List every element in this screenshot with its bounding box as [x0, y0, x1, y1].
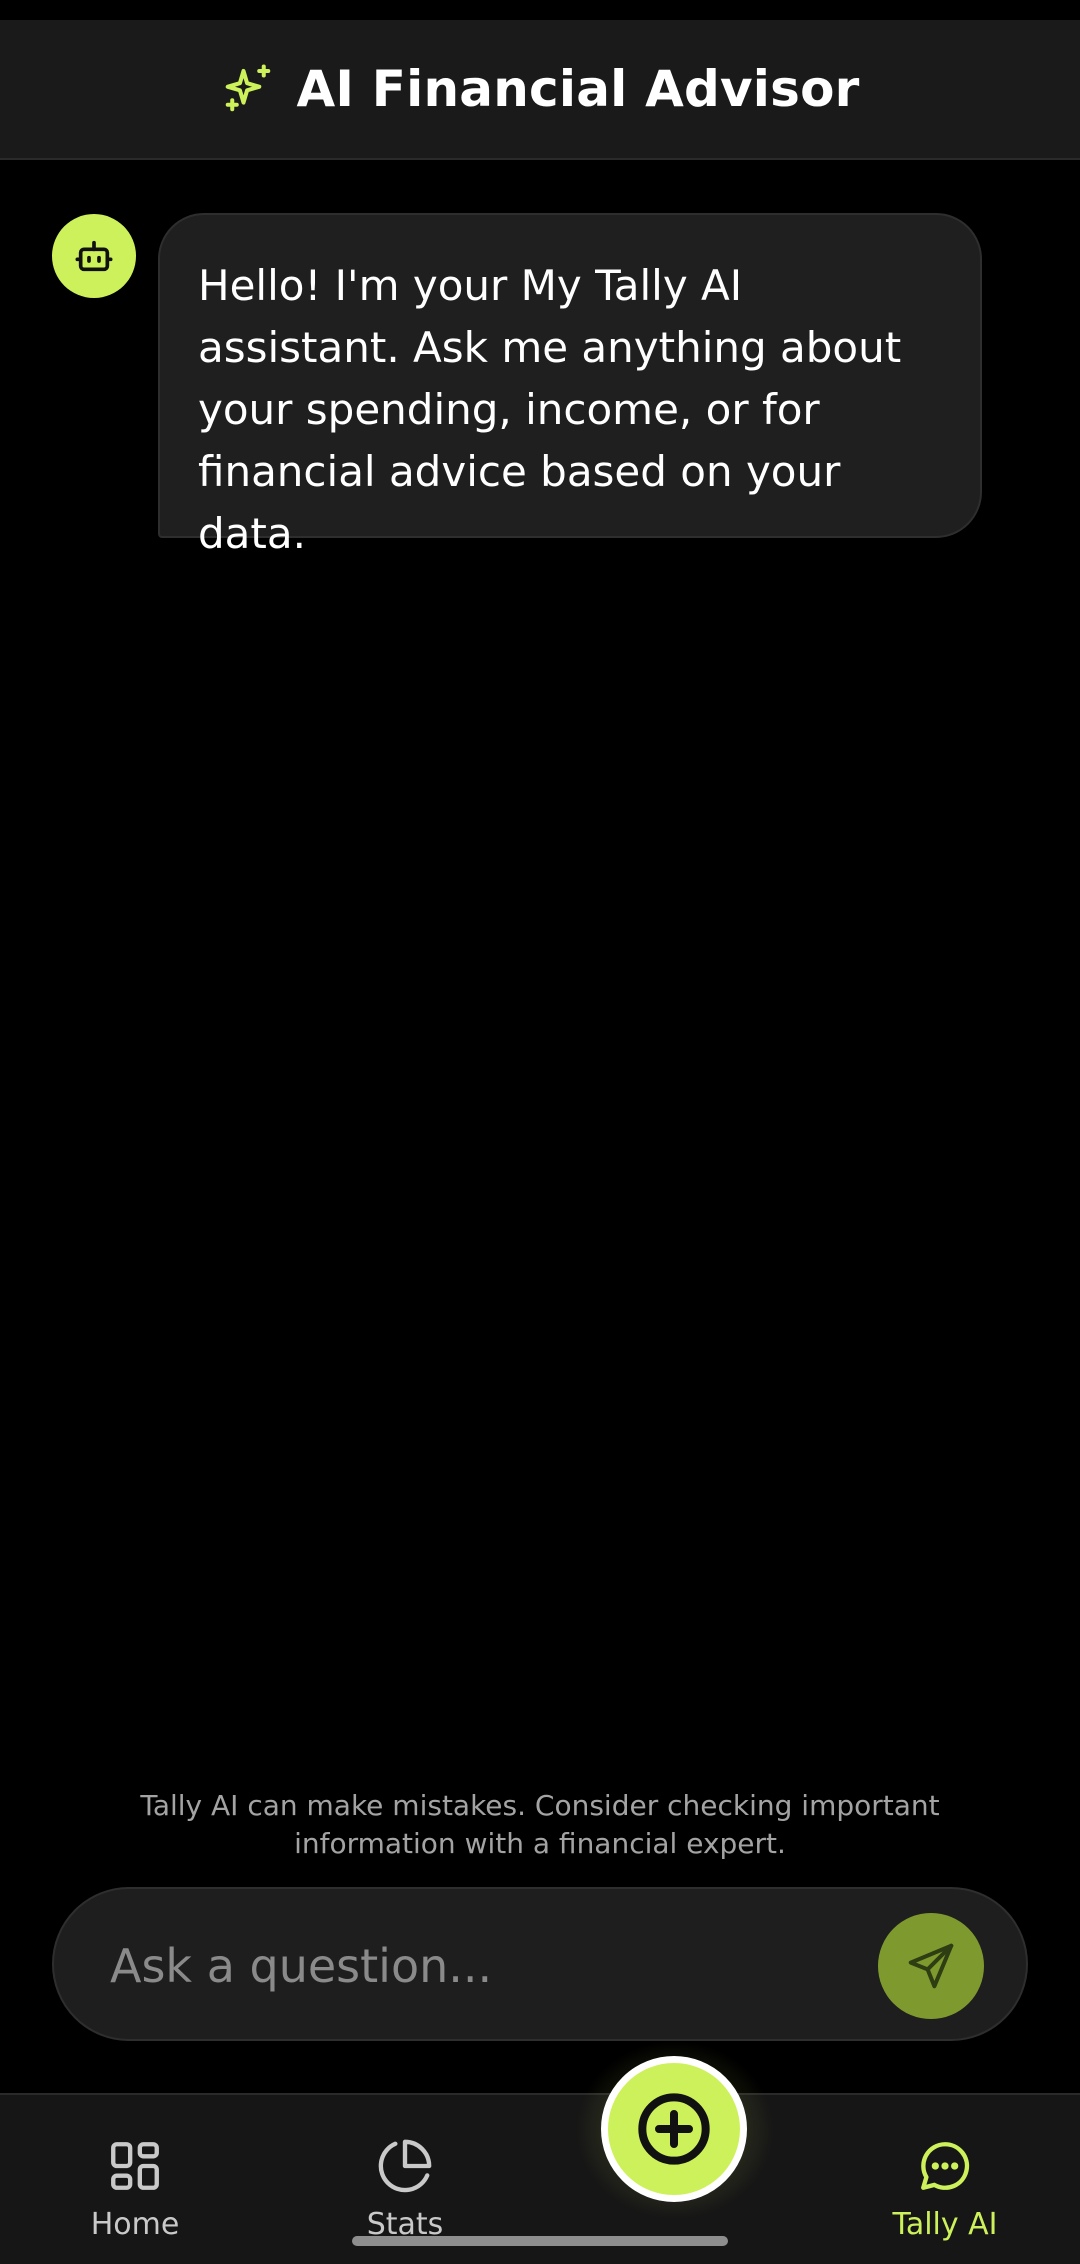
message-composer	[52, 1887, 1028, 2041]
nav-item-tally-ai[interactable]: Tally AI	[845, 2137, 1045, 2242]
question-input[interactable]	[108, 1923, 872, 2009]
home-indicator[interactable]	[352, 2236, 728, 2246]
sparkles-icon	[225, 64, 270, 112]
status-bar	[0, 0, 1080, 20]
nav-item-home[interactable]: Home	[35, 2137, 235, 2242]
add-transaction-button[interactable]	[601, 2056, 747, 2202]
pie-chart-icon	[378, 2139, 432, 2193]
ai-disclaimer: Tally AI can make mistakes. Consider che…	[140, 1789, 940, 1860]
chat-bubble-icon	[921, 2142, 970, 2190]
app-header: AI Financial Advisor	[0, 20, 1080, 160]
plus-circle-icon	[638, 2093, 710, 2165]
grid-icon	[111, 2142, 159, 2190]
send-icon	[908, 1943, 954, 1989]
nav-label-tally-ai: Tally AI	[892, 2207, 998, 2242]
assistant-avatar	[52, 214, 136, 298]
bot-icon	[75, 240, 113, 272]
nav-label-home: Home	[90, 2207, 180, 2242]
assistant-message: Hello! I'm your My Tally AI assistant. A…	[158, 213, 982, 558]
nav-item-stats[interactable]: Stats	[305, 2137, 505, 2242]
send-button[interactable]	[878, 1913, 984, 2019]
page-title: AI Financial Advisor	[296, 60, 860, 118]
